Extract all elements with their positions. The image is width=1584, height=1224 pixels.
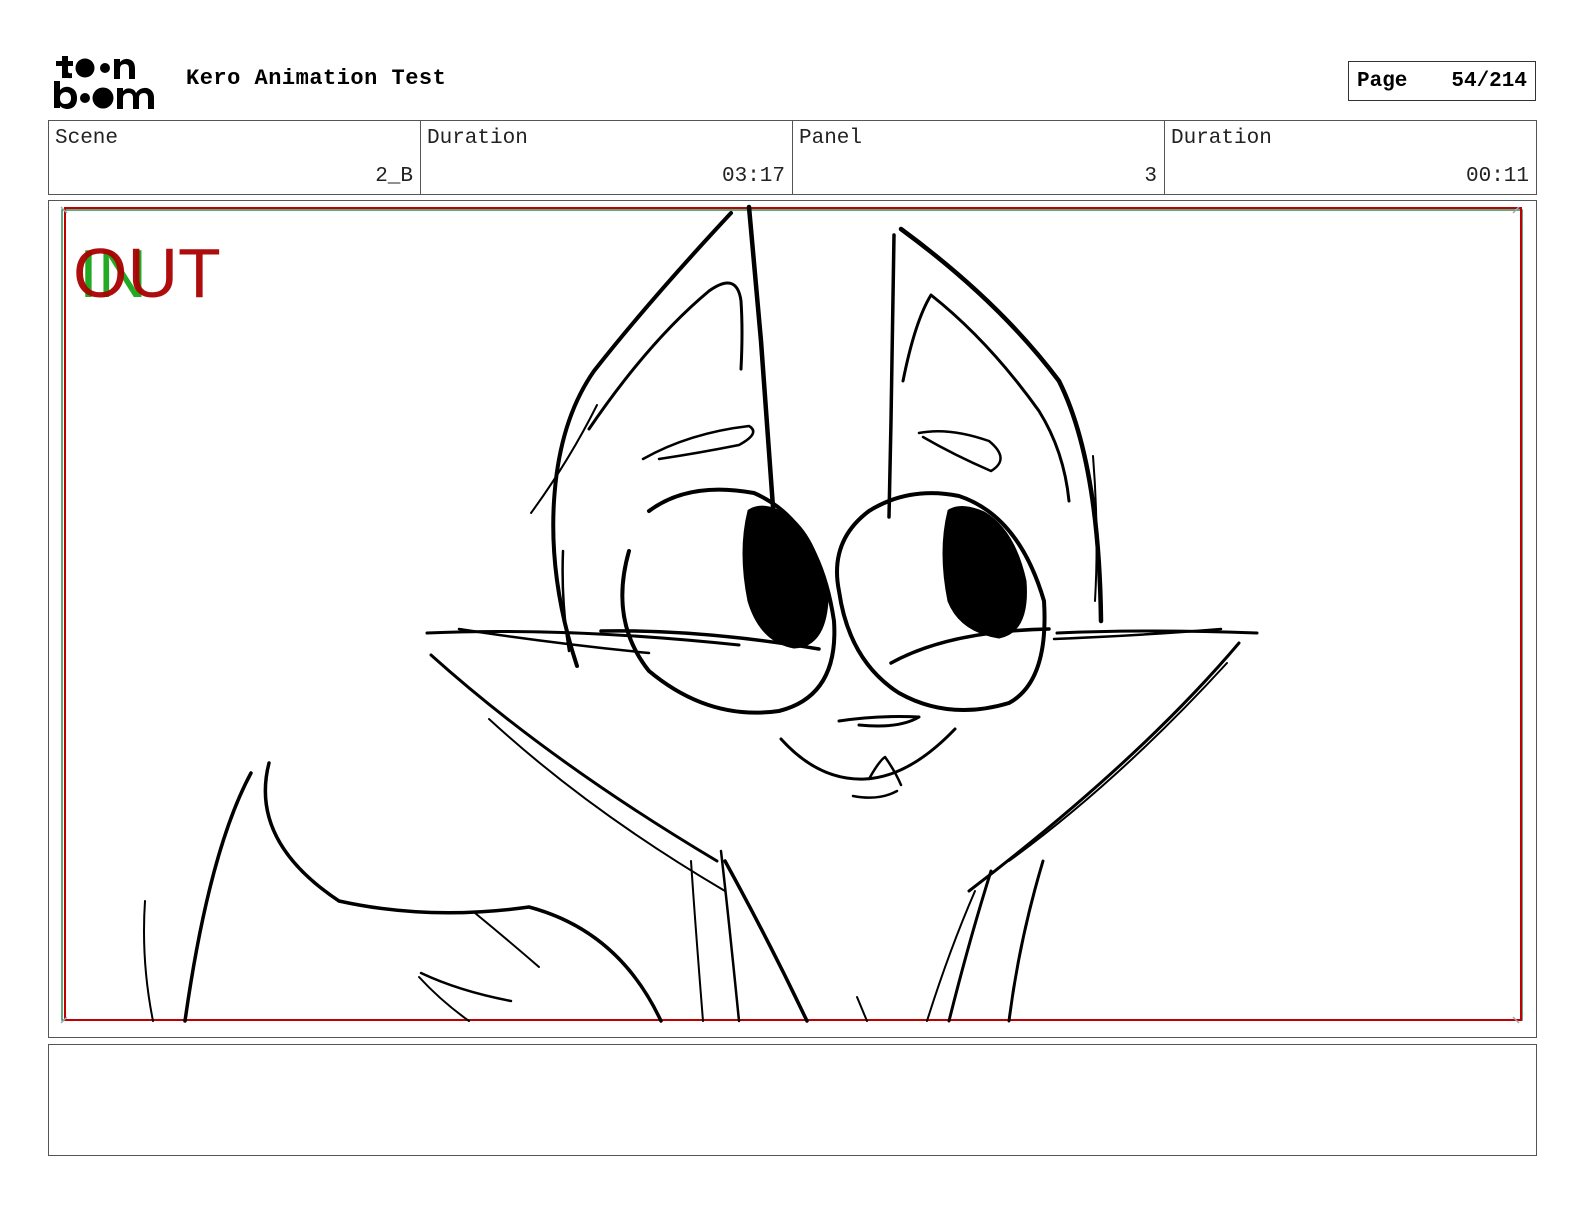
storyboard-panel: IN OUT bbox=[48, 200, 1537, 1038]
page-number: 54/214 bbox=[1451, 69, 1527, 93]
panel-duration-value: 00:11 bbox=[1465, 165, 1529, 188]
panel-sketch: IN OUT bbox=[60, 204, 1523, 1024]
toon-boom-logo bbox=[52, 50, 164, 112]
scene-value: 2_B bbox=[375, 165, 413, 188]
scene-label: Scene bbox=[55, 127, 119, 150]
panel-label: Panel bbox=[799, 127, 863, 150]
scene-duration-label: Duration bbox=[427, 127, 528, 150]
character-sketch bbox=[143, 204, 1259, 1023]
toon-boom-logo-icon bbox=[54, 56, 154, 109]
scene-cell: Scene 2_B bbox=[49, 121, 421, 194]
page-indicator: Page 54/214 bbox=[1348, 61, 1536, 101]
panel-duration-cell: Duration 00:11 bbox=[1165, 121, 1536, 194]
scene-duration-cell: Duration 03:17 bbox=[421, 121, 793, 194]
project-title: Kero Animation Test bbox=[186, 66, 447, 91]
scene-duration-value: 03:17 bbox=[721, 165, 785, 188]
panel-notes[interactable] bbox=[48, 1044, 1537, 1156]
out-label: OUT bbox=[73, 234, 221, 312]
panel-cell: Panel 3 bbox=[793, 121, 1165, 194]
page-label: Page bbox=[1357, 69, 1408, 93]
panel-info-row: Scene 2_B Duration 03:17 Panel 3 Duratio… bbox=[48, 120, 1537, 195]
panel-duration-label: Duration bbox=[1171, 127, 1272, 150]
panel-value: 3 bbox=[1144, 165, 1157, 188]
